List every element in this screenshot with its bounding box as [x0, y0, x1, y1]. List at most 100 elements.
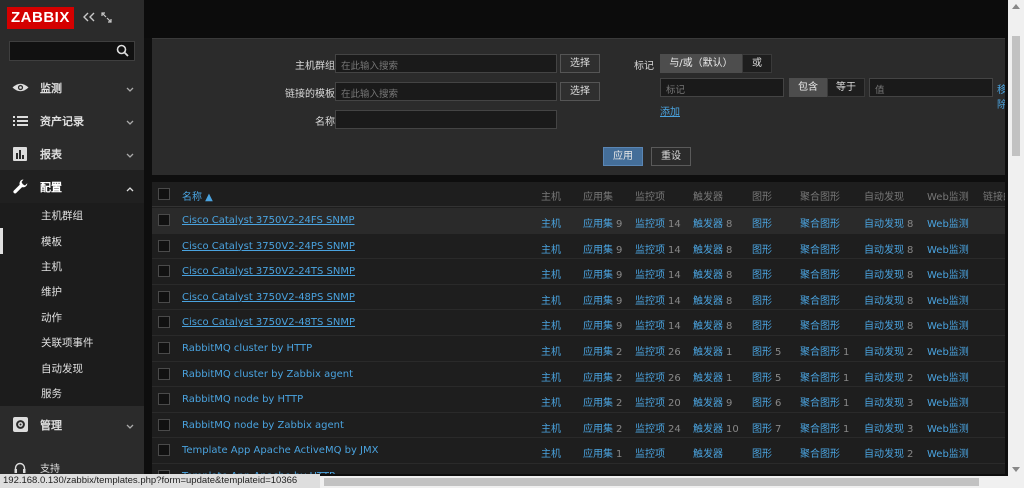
nav-monitoring[interactable]: 监测 — [0, 71, 144, 104]
reset-button[interactable]: 重设 — [651, 147, 691, 166]
cell-web-link[interactable]: Web监测 — [927, 420, 969, 435]
cell-disc-link[interactable]: 自动发现 2 — [864, 445, 913, 460]
cell-hosts-link[interactable]: 主机 — [541, 394, 561, 409]
cell-triggers-link[interactable]: 触发器 8 — [693, 215, 732, 230]
cell-screens-link[interactable]: 聚合图形 — [800, 266, 843, 281]
cell-apps-link[interactable]: 应用集 9 — [583, 241, 622, 256]
submenu-templates[interactable]: 模板 — [0, 228, 144, 254]
template-name-link[interactable]: Cisco Catalyst 3750V2-48TS SNMP — [182, 317, 355, 328]
submenu-event-correlation[interactable]: 关联项事件 — [0, 330, 144, 355]
row-checkbox[interactable] — [158, 418, 170, 431]
cell-graphs-link[interactable]: 图形 — [752, 445, 775, 460]
cell-graphs-link[interactable]: 图形 — [752, 215, 775, 230]
tag-op-contains[interactable]: 包含 — [789, 78, 827, 97]
cell-hosts-link[interactable]: 主机 — [541, 266, 561, 281]
cell-screens-link[interactable]: 聚合图形 — [800, 215, 843, 230]
cell-web-link[interactable]: Web监测 — [927, 317, 969, 332]
cell-items-link[interactable]: 监控项 14 — [635, 317, 681, 332]
cell-apps-link[interactable]: 应用集 9 — [583, 215, 622, 230]
tags-mode-and-or[interactable]: 与/或（默认） — [660, 54, 742, 73]
cell-disc-link[interactable]: 自动发现 3 — [864, 420, 913, 435]
cell-items-link[interactable]: 监控项 24 — [635, 420, 681, 435]
nav-inventory[interactable]: 资产记录 — [0, 104, 144, 137]
zabbix-logo[interactable]: ZABBIX — [7, 7, 74, 29]
linked-templates-select-button[interactable]: 选择 — [560, 82, 600, 101]
tag-add-link[interactable]: 添加 — [660, 103, 680, 118]
cell-apps-link[interactable]: 应用集2 — [583, 471, 622, 474]
template-name-link[interactable]: Cisco Catalyst 3750V2-24TS SNMP — [182, 266, 355, 277]
submenu-hosts[interactable]: 主机 — [0, 254, 144, 279]
cell-items-link[interactable]: 监控项 26 — [635, 369, 681, 384]
cell-web-link[interactable]: Web监测 — [927, 369, 969, 384]
cell-hosts-link[interactable]: 主机 — [541, 471, 561, 474]
cell-web-link[interactable]: Web监测 — [927, 471, 969, 474]
cell-graphs-link[interactable]: 图形3 — [752, 471, 781, 474]
cell-triggers-link[interactable]: 触发器 — [693, 445, 726, 460]
horizontal-scrollbar[interactable] — [320, 476, 1008, 488]
tag-name-input[interactable]: 标记 — [660, 78, 784, 97]
row-checkbox[interactable] — [158, 367, 170, 380]
cell-disc-link[interactable]: 自动发现 2 — [864, 369, 913, 384]
cell-web-link[interactable]: Web监测 — [927, 241, 969, 256]
row-checkbox[interactable] — [158, 316, 170, 329]
cell-apps-link[interactable]: 应用集2 — [583, 343, 622, 358]
submenu-host-groups[interactable]: 主机群组 — [0, 203, 144, 228]
cell-graphs-link[interactable]: 图形 5 — [752, 343, 781, 358]
row-checkbox[interactable] — [158, 239, 170, 252]
cell-apps-link[interactable]: 应用集 9 — [583, 317, 622, 332]
search-icon[interactable] — [116, 44, 130, 58]
cell-graphs-link[interactable]: 图形 6 — [752, 394, 781, 409]
cell-graphs-link[interactable]: 图形 — [752, 266, 775, 281]
cell-items-link[interactable]: 监控项 — [635, 445, 668, 460]
tag-value-input[interactable]: 值 — [869, 78, 993, 97]
cell-hosts-link[interactable]: 主机 — [541, 369, 561, 384]
cell-triggers-link[interactable]: 触发器 10 — [693, 420, 739, 435]
template-name-link[interactable]: Cisco Catalyst 3750V2-24PS SNMP — [182, 241, 355, 252]
cell-graphs-link[interactable]: 图形 5 — [752, 369, 781, 384]
cell-screens-link[interactable]: 聚合图形 — [800, 317, 843, 332]
cell-web-link[interactable]: Web监测 — [927, 292, 969, 307]
cell-apps-link[interactable]: 应用集 1 — [583, 445, 622, 460]
cell-apps-link[interactable]: 应用集2 — [583, 420, 622, 435]
cell-hosts-link[interactable]: 主机 — [541, 215, 561, 230]
cell-hosts-link[interactable]: 主机 — [541, 343, 561, 358]
cell-screens-link[interactable]: 聚合图形1 — [800, 343, 849, 358]
cell-items-link[interactable]: 监控项22 — [635, 471, 681, 474]
cell-web-link[interactable]: Web监测 — [927, 445, 969, 460]
cell-disc-link[interactable]: 自动发现 8 — [864, 241, 913, 256]
cell-items-link[interactable]: 监控项 14 — [635, 215, 681, 230]
column-name[interactable]: 名称 ▲ — [182, 188, 213, 203]
name-input[interactable] — [335, 110, 557, 129]
cell-hosts-link[interactable]: 主机 — [541, 420, 561, 435]
cell-disc-link[interactable]: 自动发现 3 — [864, 394, 913, 409]
cell-web-link[interactable]: Web监测 — [927, 266, 969, 281]
row-checkbox[interactable] — [158, 393, 170, 406]
row-checkbox[interactable] — [158, 444, 170, 457]
cell-web-link[interactable]: Web监测 — [927, 215, 969, 230]
kiosk-mode-icon[interactable] — [101, 12, 113, 24]
template-name-link[interactable]: RabbitMQ node by Zabbix agent — [182, 420, 344, 431]
cell-screens-link[interactable]: 聚合图形1 — [800, 394, 849, 409]
cell-triggers-link[interactable]: 触发器 8 — [693, 292, 732, 307]
tag-op-equals[interactable]: 等于 — [827, 78, 865, 97]
cell-apps-link[interactable]: 应用集2 — [583, 369, 622, 384]
linked-templates-input[interactable]: 在此输入搜索 — [335, 82, 557, 101]
row-checkbox[interactable] — [158, 265, 170, 278]
cell-graphs-link[interactable]: 图形 — [752, 292, 775, 307]
tag-remove-link[interactable]: 移除 — [997, 81, 1005, 111]
nav-administration[interactable]: 管理 — [0, 408, 144, 441]
cell-triggers-link[interactable]: 触发器 8 — [693, 266, 732, 281]
cell-graphs-link[interactable]: 图形 7 — [752, 420, 781, 435]
select-all-checkbox[interactable] — [158, 188, 170, 200]
cell-hosts-link[interactable]: 主机 — [541, 241, 561, 256]
cell-apps-link[interactable]: 应用集2 — [583, 394, 622, 409]
cell-items-link[interactable]: 监控项 20 — [635, 394, 681, 409]
row-checkbox[interactable] — [158, 342, 170, 354]
cell-web-link[interactable]: Web监测 — [927, 394, 969, 409]
template-name-link[interactable]: RabbitMQ cluster by HTTP — [182, 343, 312, 354]
vertical-scrollbar[interactable] — [1008, 0, 1024, 488]
cell-triggers-link[interactable]: 触发器 1 — [693, 343, 732, 358]
cell-disc-link[interactable]: 自动发现 8 — [864, 266, 913, 281]
cell-web-link[interactable]: Web监测 — [927, 343, 969, 358]
cell-disc-link[interactable]: 自动发现 8 — [864, 292, 913, 307]
